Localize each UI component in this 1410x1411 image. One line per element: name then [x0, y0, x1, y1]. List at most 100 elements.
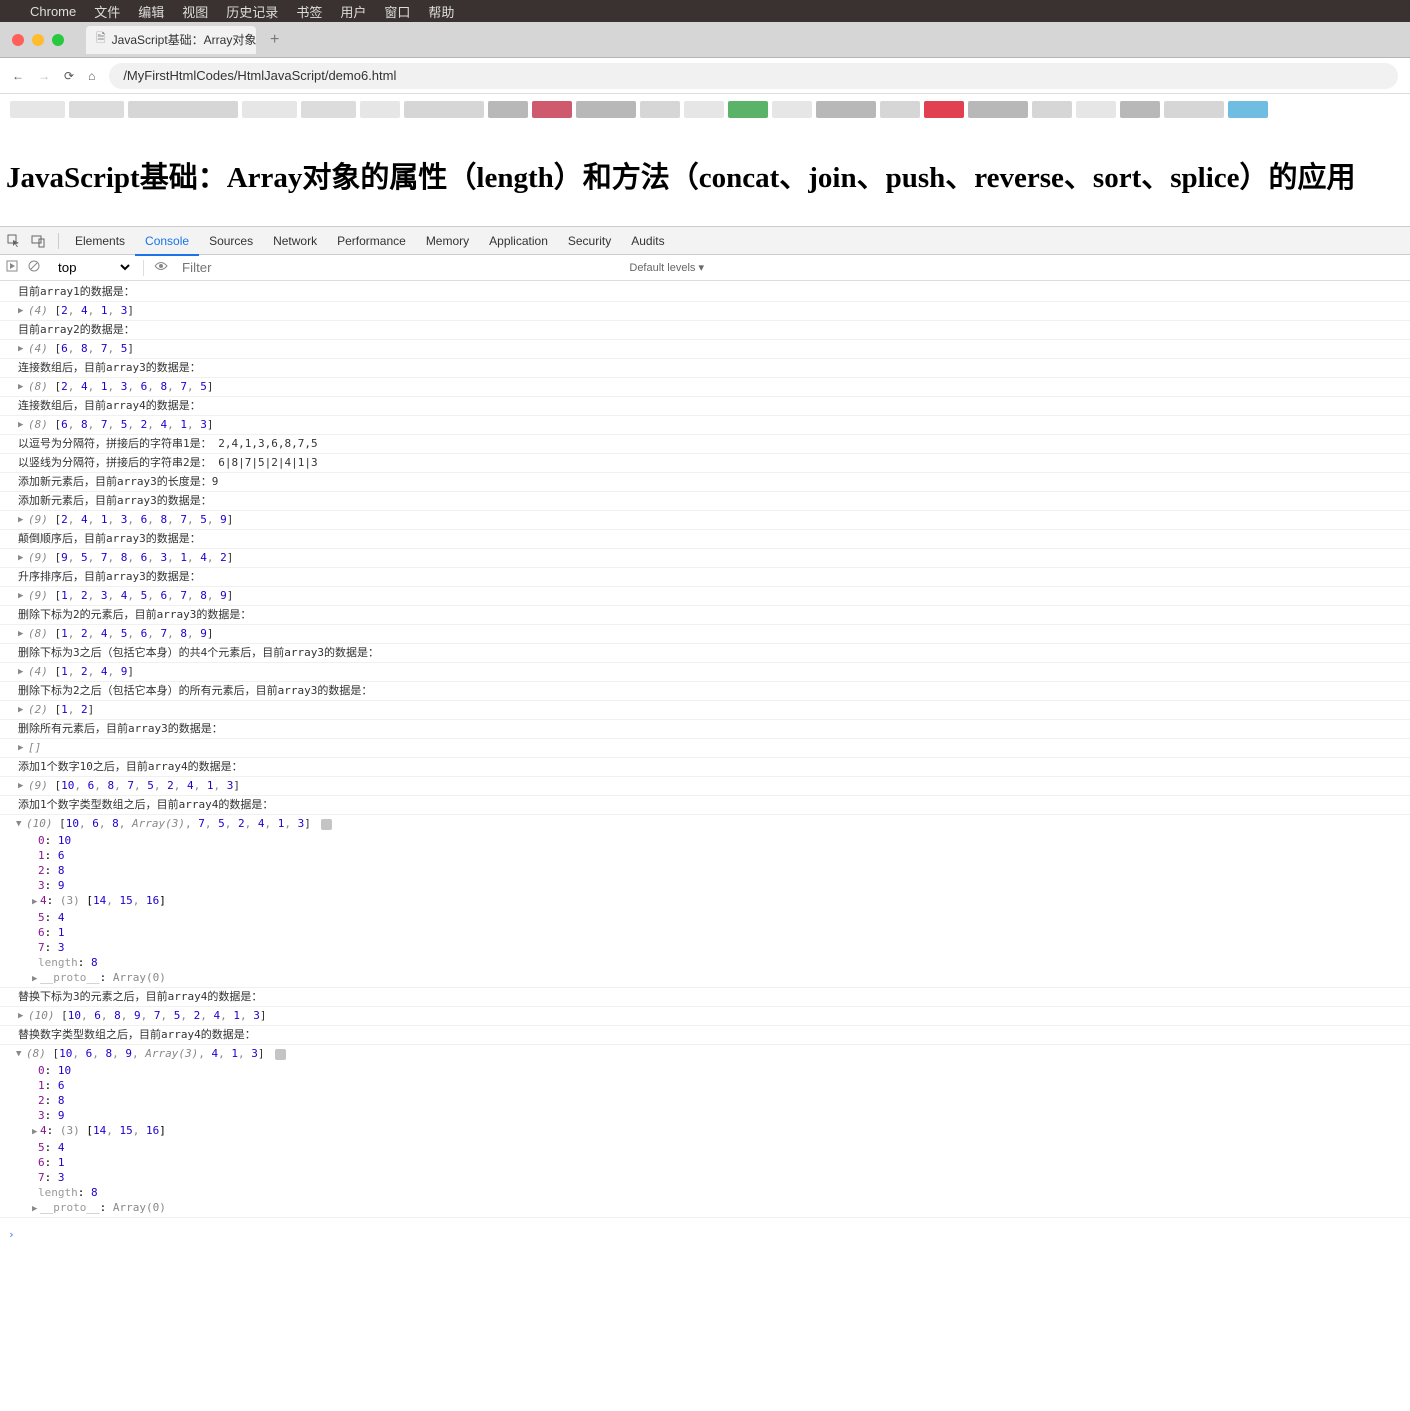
reload-button[interactable]: ⟳: [64, 69, 74, 83]
object-entry[interactable]: 3: 9: [0, 1108, 1410, 1123]
console-log-array[interactable]: ▶(4) [1, 2, 4, 9]: [0, 663, 1410, 682]
devtools-tab-memory[interactable]: Memory: [416, 228, 479, 254]
bookmark-item[interactable]: [360, 101, 400, 118]
bookmark-item[interactable]: [1164, 101, 1224, 118]
console-log-array[interactable]: ▶(8) [1, 2, 4, 5, 6, 7, 8, 9]: [0, 625, 1410, 644]
devtools-tab-network[interactable]: Network: [263, 228, 327, 254]
console-log-array[interactable]: ▶(9) [9, 5, 7, 8, 6, 3, 1, 4, 2]: [0, 549, 1410, 568]
menu-help[interactable]: 帮助: [428, 2, 454, 21]
bookmark-item[interactable]: [1076, 101, 1116, 118]
address-bar[interactable]: /MyFirstHtmlCodes/HtmlJavaScript/demo6.h…: [109, 63, 1398, 89]
object-proto[interactable]: ▶__proto__: Array(0): [0, 970, 1410, 987]
object-entry[interactable]: 0: 10: [0, 833, 1410, 848]
inspect-icon[interactable]: [6, 233, 22, 249]
console-log-array[interactable]: ▶(10) [10, 6, 8, 9, 7, 5, 2, 4, 1, 3]: [0, 1007, 1410, 1026]
object-entry[interactable]: 2: 8: [0, 863, 1410, 878]
bookmark-bar: [0, 94, 1410, 124]
log-levels-selector[interactable]: Default levels ▾: [629, 261, 704, 274]
devtools-tab-elements[interactable]: Elements: [65, 228, 135, 254]
object-entry[interactable]: 7: 3: [0, 1170, 1410, 1185]
context-selector[interactable]: top: [50, 257, 133, 278]
console-log-array[interactable]: ▶(4) [6, 8, 7, 5]: [0, 340, 1410, 359]
object-entry[interactable]: 3: 9: [0, 878, 1410, 893]
object-entry[interactable]: 7: 3: [0, 940, 1410, 955]
bookmark-item[interactable]: [488, 101, 528, 118]
console-log-array[interactable]: ▶(2) [1, 2]: [0, 701, 1410, 720]
object-entry[interactable]: 6: 1: [0, 925, 1410, 940]
clear-console-icon[interactable]: [28, 260, 40, 275]
new-tab-button[interactable]: +: [270, 31, 279, 49]
minimize-window-button[interactable]: [32, 34, 44, 46]
console-log-array[interactable]: ▶(8) [2, 4, 1, 3, 6, 8, 7, 5]: [0, 378, 1410, 397]
console-log-array-expanded[interactable]: ▼(10) [10, 6, 8, Array(3), 7, 5, 2, 4, 1…: [0, 815, 1410, 833]
bookmark-item[interactable]: [1032, 101, 1072, 118]
menu-file[interactable]: 文件: [94, 2, 120, 21]
devtools-tab-performance[interactable]: Performance: [327, 228, 416, 254]
devtools-tab-sources[interactable]: Sources: [199, 228, 263, 254]
bookmark-item[interactable]: [924, 101, 964, 118]
object-entry[interactable]: 2: 8: [0, 1093, 1410, 1108]
bookmark-item[interactable]: [69, 101, 124, 118]
home-button[interactable]: ⌂: [88, 69, 95, 83]
bookmark-item[interactable]: [880, 101, 920, 118]
bookmark-item[interactable]: [1228, 101, 1268, 118]
console-log-array[interactable]: ▶(9) [1, 2, 3, 4, 5, 6, 7, 8, 9]: [0, 587, 1410, 606]
object-entry[interactable]: 1: 6: [0, 1078, 1410, 1093]
object-entry[interactable]: ▶4: (3) [14, 15, 16]: [0, 893, 1410, 910]
menu-edit[interactable]: 编辑: [138, 2, 164, 21]
console-log-array[interactable]: ▶[]: [0, 739, 1410, 758]
bookmark-item[interactable]: [816, 101, 876, 118]
bookmark-item[interactable]: [128, 101, 238, 118]
info-icon[interactable]: [275, 1049, 286, 1060]
maximize-window-button[interactable]: [52, 34, 64, 46]
bookmark-item[interactable]: [640, 101, 680, 118]
object-entry[interactable]: 1: 6: [0, 848, 1410, 863]
bookmark-item[interactable]: [404, 101, 484, 118]
devtools-tab-application[interactable]: Application: [479, 228, 558, 254]
object-entry[interactable]: 5: 4: [0, 910, 1410, 925]
console-log-array[interactable]: ▶(8) [6, 8, 7, 5, 2, 4, 1, 3]: [0, 416, 1410, 435]
info-icon[interactable]: [321, 819, 332, 830]
bookmark-item[interactable]: [772, 101, 812, 118]
back-button[interactable]: ←: [12, 69, 24, 83]
close-window-button[interactable]: [12, 34, 24, 46]
console-log-array-expanded[interactable]: ▼(8) [10, 6, 8, 9, Array(3), 4, 1, 3]: [0, 1045, 1410, 1063]
bookmark-item[interactable]: [728, 101, 768, 118]
bookmark-item[interactable]: [532, 101, 572, 118]
console-prompt[interactable]: ›: [0, 1226, 1410, 1243]
device-icon[interactable]: [30, 233, 46, 249]
execute-icon[interactable]: [6, 260, 18, 275]
object-entry[interactable]: 6: 1: [0, 1155, 1410, 1170]
menu-bookmarks[interactable]: 书签: [296, 2, 322, 21]
forward-button[interactable]: →: [38, 69, 50, 83]
console-log-text: 以竖线为分隔符，拼接后的字符串2是： 6|8|7|5|2|4|1|3: [0, 454, 1410, 473]
app-name[interactable]: Chrome: [30, 4, 76, 19]
console-log-array[interactable]: ▶(9) [2, 4, 1, 3, 6, 8, 7, 5, 9]: [0, 511, 1410, 530]
bookmark-item[interactable]: [10, 101, 65, 118]
object-length: length: 8: [0, 1185, 1410, 1200]
menu-view[interactable]: 视图: [182, 2, 208, 21]
bookmark-item[interactable]: [576, 101, 636, 118]
devtools-tab-audits[interactable]: Audits: [621, 228, 674, 254]
bookmark-item[interactable]: [968, 101, 1028, 118]
devtools-tab-security[interactable]: Security: [558, 228, 621, 254]
filter-input[interactable]: [178, 258, 438, 277]
browser-tab[interactable]: 🗎 JavaScript基础：Array对象的属 ×: [86, 26, 256, 54]
devtools-tab-console[interactable]: Console: [135, 228, 199, 256]
console-log-array[interactable]: ▶(4) [2, 4, 1, 3]: [0, 302, 1410, 321]
eye-icon[interactable]: [154, 261, 168, 274]
bookmark-item[interactable]: [1120, 101, 1160, 118]
bookmark-item[interactable]: [301, 101, 356, 118]
object-entry[interactable]: ▶4: (3) [14, 15, 16]: [0, 1123, 1410, 1140]
menu-user[interactable]: 用户: [340, 2, 366, 21]
menu-history[interactable]: 历史记录: [226, 2, 278, 21]
bookmark-item[interactable]: [242, 101, 297, 118]
console-log-array[interactable]: ▶(9) [10, 6, 8, 7, 5, 2, 4, 1, 3]: [0, 777, 1410, 796]
object-entry[interactable]: 5: 4: [0, 1140, 1410, 1155]
menu-window[interactable]: 窗口: [384, 2, 410, 21]
bookmark-item[interactable]: [684, 101, 724, 118]
console-log-text: 删除下标为2的元素后，目前array3的数据是：: [0, 606, 1410, 625]
object-proto[interactable]: ▶__proto__: Array(0): [0, 1200, 1410, 1217]
object-entry[interactable]: 0: 10: [0, 1063, 1410, 1078]
console-log-text: 添加1个数字10之后，目前array4的数据是：: [0, 758, 1410, 777]
